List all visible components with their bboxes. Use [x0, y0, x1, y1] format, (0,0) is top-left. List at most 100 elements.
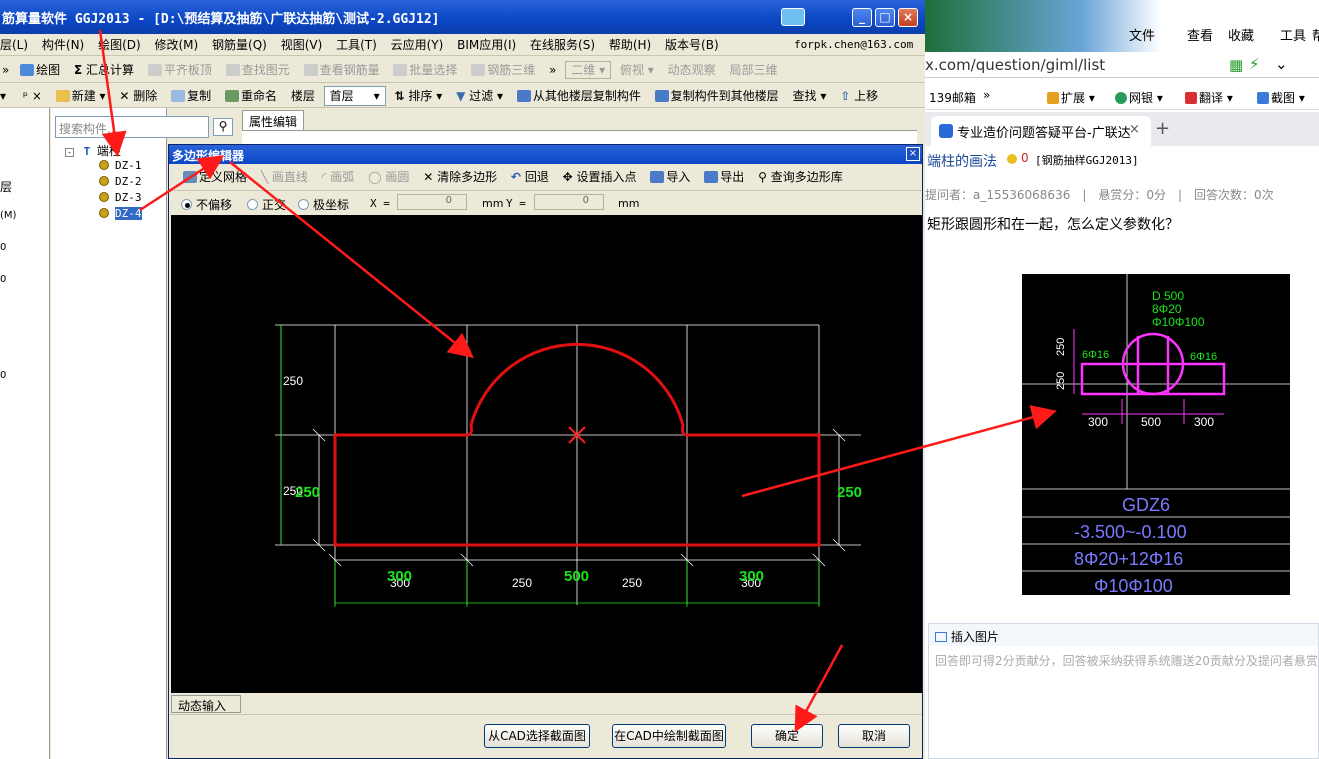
lightning-icon[interactable]: ⚡ [1249, 55, 1260, 73]
clear-polygon-button[interactable]: ✕ 清除多边形 [418, 165, 502, 189]
copy-from-floor-button[interactable]: 从其他楼层复制构件 [512, 85, 646, 107]
toolbar-more[interactable]: » [544, 59, 561, 81]
rename-button[interactable]: 重命名 [220, 85, 282, 107]
query-polygon-library-button[interactable]: ⚲ 查询多边形库 [753, 165, 848, 189]
tree-item-dz3[interactable]: DZ-3 [99, 191, 142, 204]
reply-textarea[interactable]: 回答即可得2分贡献分，回答被采纳获得系统赠送20贡献分及提问者悬赏分 [935, 652, 1319, 669]
address-bar[interactable]: x.com/question/giml/list ▦ ⚡ ⌄ [925, 52, 1319, 78]
menu-layer[interactable]: 层(L) [0, 34, 33, 55]
menu-online[interactable]: 在线服务(S) [525, 34, 600, 55]
mode-polar[interactable]: 极坐标 [298, 196, 349, 213]
delete-button[interactable]: ✕ 删除 [114, 85, 162, 107]
arc-icon: ◜ [321, 170, 327, 184]
find-element-button[interactable]: 查找图元 [221, 59, 295, 81]
browser-tab-active[interactable]: 专业造价问题答疑平台-广联达 [931, 116, 1151, 146]
menu-draw[interactable]: 绘图(D) [93, 34, 146, 55]
browser-menu-file[interactable]: 文件 [1129, 25, 1155, 44]
menu-component[interactable]: 构件(N) [37, 34, 89, 55]
browser-menu-view[interactable]: 查看 [1187, 25, 1213, 44]
mode-orthogonal[interactable]: 正交 [247, 196, 286, 213]
local-3d-button[interactable]: 局部三维 [725, 59, 783, 81]
menu-modify[interactable]: 修改(M) [150, 34, 204, 55]
tab-close-icon[interactable]: × [1129, 122, 1140, 137]
y-input[interactable]: 0 [534, 194, 604, 210]
titlebar-badge-icon[interactable] [781, 8, 805, 26]
fav-extension[interactable]: 扩展 ▾ [1047, 89, 1095, 106]
copy-button[interactable]: 复制 [166, 85, 216, 107]
view-rebar-button[interactable]: 查看钢筋量 [299, 59, 385, 81]
browser-menu-help[interactable]: 帮 [1312, 25, 1319, 44]
menu-version[interactable]: 版本号(B) [660, 34, 724, 55]
cancel-button[interactable]: 取消 [838, 724, 910, 748]
menu-help[interactable]: 帮助(H) [604, 34, 656, 55]
filter-button[interactable]: ▼ 过滤 ▾ [451, 85, 508, 107]
search-icon[interactable]: ⚲ [213, 118, 233, 136]
fav-screenshot[interactable]: 截图 ▾ [1257, 89, 1305, 106]
move-up-button[interactable]: ⇧ 上移 [835, 85, 883, 107]
property-edit-tab[interactable]: 属性编辑 [242, 110, 304, 130]
x-input[interactable]: 0 [397, 194, 467, 210]
select-from-cad-button[interactable]: 从CAD选择截面图 [484, 724, 590, 748]
tree-root[interactable]: - T 端柱 [65, 142, 121, 159]
drawing-canvas[interactable]: 250 250 250 250 300 250 250 300 300 500 … [171, 215, 922, 693]
browser-menu-favorites[interactable]: 收藏 [1228, 25, 1254, 44]
ok-button[interactable]: 确定 [751, 724, 823, 748]
mode-no-offset[interactable]: 不偏移 [181, 196, 232, 213]
close-button[interactable]: × [898, 8, 918, 27]
chevron-down-icon[interactable]: ⌄ [1275, 55, 1288, 73]
fav-139mail[interactable]: 139邮箱 [929, 89, 976, 106]
collapse-icon[interactable]: - [65, 148, 74, 157]
image-icon [935, 632, 947, 642]
draw-button[interactable]: 绘图 [15, 59, 65, 81]
dynamic-input-tab[interactable]: 动态输入 [171, 695, 241, 713]
cad-label-d500: D 500 [1152, 289, 1184, 303]
set-insert-point-button[interactable]: ✥ 设置插入点 [558, 165, 642, 189]
fav-more[interactable]: » [983, 88, 990, 102]
question-title[interactable]: 端柱的画法 [927, 151, 997, 171]
calculate-button[interactable]: Σ 汇总计算 [69, 59, 139, 81]
toolbar-more-left[interactable]: » [0, 59, 11, 81]
coin-icon [1007, 154, 1017, 164]
align-slab-button[interactable]: 平齐板顶 [143, 59, 217, 81]
copy-to-floor-button[interactable]: 复制构件到其他楼层 [650, 85, 784, 107]
insert-image-button[interactable]: 插入图片 [951, 630, 999, 644]
floor-select[interactable]: 首层 ▾ [323, 86, 386, 106]
find-button[interactable]: 查找 ▾ [788, 85, 832, 107]
draw-line-button[interactable]: ╲ 画直线 [256, 165, 313, 189]
tree-item-dz4[interactable]: DZ-4 [99, 207, 142, 220]
maximize-button[interactable]: □ [875, 8, 895, 27]
new-button[interactable]: 新建 ▾ [51, 85, 111, 107]
import-button[interactable]: 导入 [645, 165, 695, 189]
fav-bank[interactable]: 网银 ▾ [1115, 89, 1163, 106]
dynamic-view-button[interactable]: 动态观察 [663, 59, 721, 81]
fav-translate[interactable]: 翻译 ▾ [1185, 89, 1233, 106]
user-account[interactable]: forpk.chen@163.com [794, 38, 913, 51]
draw-circle-button[interactable]: ◯ 画圆 [363, 165, 414, 189]
new-tab-button[interactable]: + [1155, 118, 1170, 139]
browser-menu-tools[interactable]: 工具 [1280, 25, 1306, 44]
draw-arc-button[interactable]: ◜ 画弧 [317, 165, 360, 189]
rebar-3d-button[interactable]: 钢筋三维 [466, 59, 540, 81]
define-grid-button[interactable]: 定义网格 [169, 165, 252, 189]
tree-item-dz1[interactable]: DZ-1 [99, 159, 142, 172]
menu-bim[interactable]: BIM应用(I) [452, 34, 521, 55]
minimize-button[interactable]: _ [852, 8, 872, 27]
menu-tools[interactable]: 工具(T) [331, 34, 382, 55]
batch-select-button[interactable]: 批量选择 [388, 59, 462, 81]
top-view-button[interactable]: 俯视 ▾ [615, 59, 659, 81]
view-2d-select[interactable]: 二维 ▾ [565, 61, 612, 79]
menu-view[interactable]: 视图(V) [276, 34, 328, 55]
qr-icon[interactable]: ▦ [1229, 56, 1243, 74]
draw-in-cad-button[interactable]: 在CAD中绘制截面图 [612, 724, 726, 748]
undo-button[interactable]: ↶ 回退 [506, 165, 554, 189]
tree-item-dz2[interactable]: DZ-2 [99, 175, 142, 188]
pane-controls[interactable]: ᵖ × [18, 85, 47, 107]
export-button[interactable]: 导出 [699, 165, 749, 189]
menu-rebar[interactable]: 钢筋量(Q) [207, 34, 272, 55]
component-search-input[interactable]: 搜索构件... [55, 116, 209, 138]
sort-button[interactable]: ⇅ 排序 ▾ [389, 85, 447, 107]
dialog-close-button[interactable]: × [906, 147, 920, 161]
menu-cloud[interactable]: 云应用(Y) [386, 34, 449, 55]
pane-pin[interactable]: ▾ [0, 85, 8, 107]
question-cad-image[interactable]: D 500 8Φ20 Φ10Φ100 6Φ16 6Φ16 250 250 300… [1022, 274, 1290, 595]
